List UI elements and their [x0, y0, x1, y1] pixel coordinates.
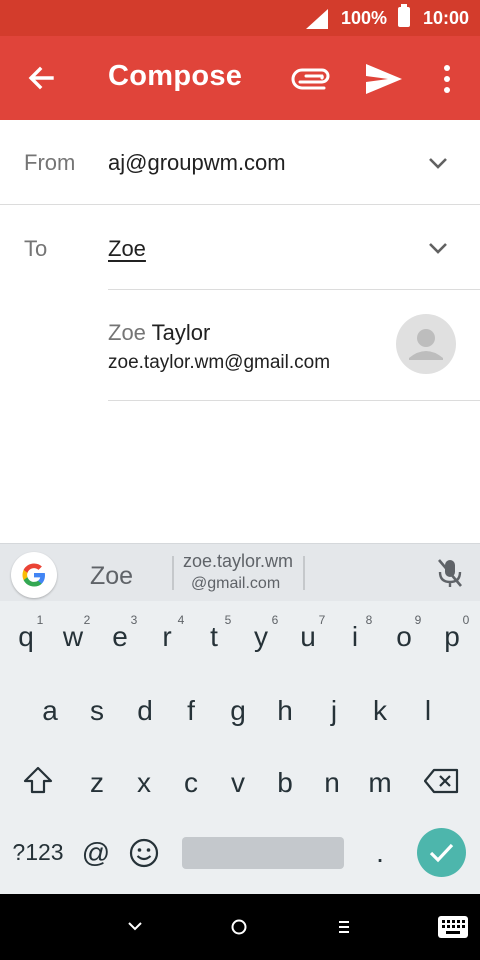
key-k[interactable]: k [360, 695, 400, 727]
to-field[interactable]: Zoe [108, 236, 146, 262]
home-icon[interactable] [230, 918, 248, 936]
key-hint-9: 9 [414, 613, 422, 627]
at-key[interactable]: @ [76, 837, 116, 869]
key-hint-5: 5 [224, 613, 232, 627]
google-icon[interactable] [11, 552, 57, 598]
key-hint-6: 6 [271, 613, 279, 627]
key-g[interactable]: g [218, 695, 258, 727]
from-field[interactable]: aj@groupwm.com [108, 150, 286, 176]
suggestion-email-line2[interactable]: @gmail.com [191, 575, 280, 593]
signal-icon [306, 9, 328, 29]
key-j[interactable]: j [314, 695, 354, 727]
key-d[interactable]: d [125, 695, 165, 727]
navigation-bar [0, 894, 480, 960]
person-icon [409, 329, 443, 360]
divider [172, 556, 174, 590]
key-n[interactable]: n [312, 767, 352, 799]
mic-off-icon[interactable] [436, 557, 464, 589]
divider [303, 556, 305, 590]
backspace-icon[interactable] [424, 768, 460, 794]
suggestion-name-match: Zoe [108, 320, 146, 345]
more-options-icon[interactable] [438, 62, 456, 96]
key-h[interactable]: h [265, 695, 305, 727]
status-bar: 100% 10:00 [0, 0, 480, 36]
suggestion-word[interactable]: Zoe [90, 562, 133, 591]
divider [108, 289, 480, 290]
attach-icon[interactable] [290, 62, 334, 96]
key-hint-2: 2 [83, 613, 91, 627]
to-label: To [24, 236, 48, 261]
avatar [396, 314, 456, 374]
key-v[interactable]: v [218, 767, 258, 799]
key-l[interactable]: l [408, 695, 448, 727]
hide-keyboard-chevron-icon[interactable] [126, 920, 144, 932]
key-z[interactable]: z [77, 767, 117, 799]
key-hint-4: 4 [177, 613, 185, 627]
suggestion-email-line1[interactable]: zoe.taylor.wm [183, 551, 293, 572]
key-m[interactable]: m [360, 767, 400, 799]
suggestion-email[interactable]: zoe.taylor.wm@gmail.com [108, 352, 330, 374]
keyboard: Zoe zoe.taylor.wm @gmail.com q1w2e3r4t5y… [0, 543, 480, 894]
key-f[interactable]: f [171, 695, 211, 727]
clock: 10:00 [423, 8, 470, 28]
from-chevron-down-icon[interactable] [426, 155, 450, 171]
suggestion-name-rest: Taylor [145, 320, 211, 345]
key-a[interactable]: a [30, 695, 70, 727]
recents-icon[interactable] [337, 919, 351, 935]
key-b[interactable]: b [265, 767, 305, 799]
keyboard-icon[interactable] [437, 915, 469, 939]
key-x[interactable]: x [124, 767, 164, 799]
send-icon[interactable] [364, 62, 404, 96]
battery-percent: 100% [341, 8, 388, 28]
divider [0, 204, 480, 205]
check-icon [429, 843, 454, 863]
page-title: Compose [108, 60, 243, 92]
key-hint-8: 8 [365, 613, 373, 627]
to-chevron-down-icon[interactable] [426, 240, 450, 256]
enter-button[interactable] [417, 828, 466, 877]
divider [108, 400, 480, 401]
key-hint-3: 3 [130, 613, 138, 627]
battery-icon [398, 4, 410, 27]
suggestion-name[interactable]: Zoe Taylor [108, 320, 210, 346]
key-hint-7: 7 [318, 613, 326, 627]
from-label: From [24, 150, 76, 175]
shift-icon[interactable] [22, 764, 54, 796]
key-hint-0: 0 [462, 613, 470, 627]
back-arrow-icon[interactable] [22, 58, 62, 98]
key-s[interactable]: s [77, 695, 117, 727]
key-c[interactable]: c [171, 767, 211, 799]
suggestion-strip: Zoe zoe.taylor.wm @gmail.com [0, 543, 480, 601]
symbols-key[interactable]: ?123 [8, 839, 68, 866]
key-hint-1: 1 [36, 613, 44, 627]
emoji-icon[interactable] [128, 837, 160, 869]
space-bar[interactable] [182, 837, 344, 869]
app-bar: Compose [0, 36, 480, 120]
period-key[interactable]: . [360, 837, 400, 869]
